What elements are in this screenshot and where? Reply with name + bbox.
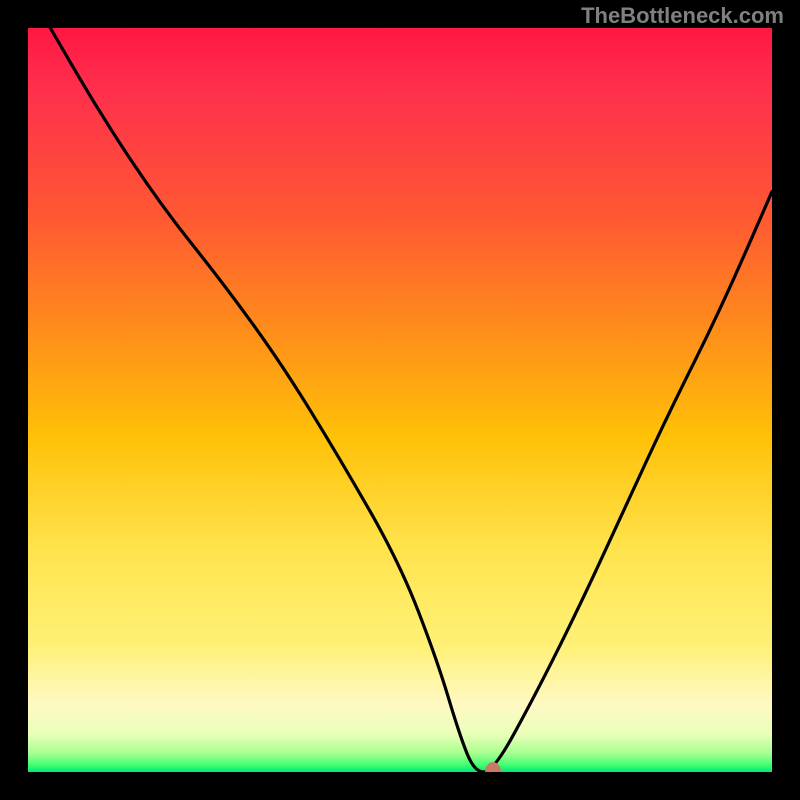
plot-area	[28, 28, 772, 772]
watermark-text: TheBottleneck.com	[581, 3, 784, 29]
bottleneck-curve	[28, 28, 772, 772]
chart-frame: TheBottleneck.com	[0, 0, 800, 800]
